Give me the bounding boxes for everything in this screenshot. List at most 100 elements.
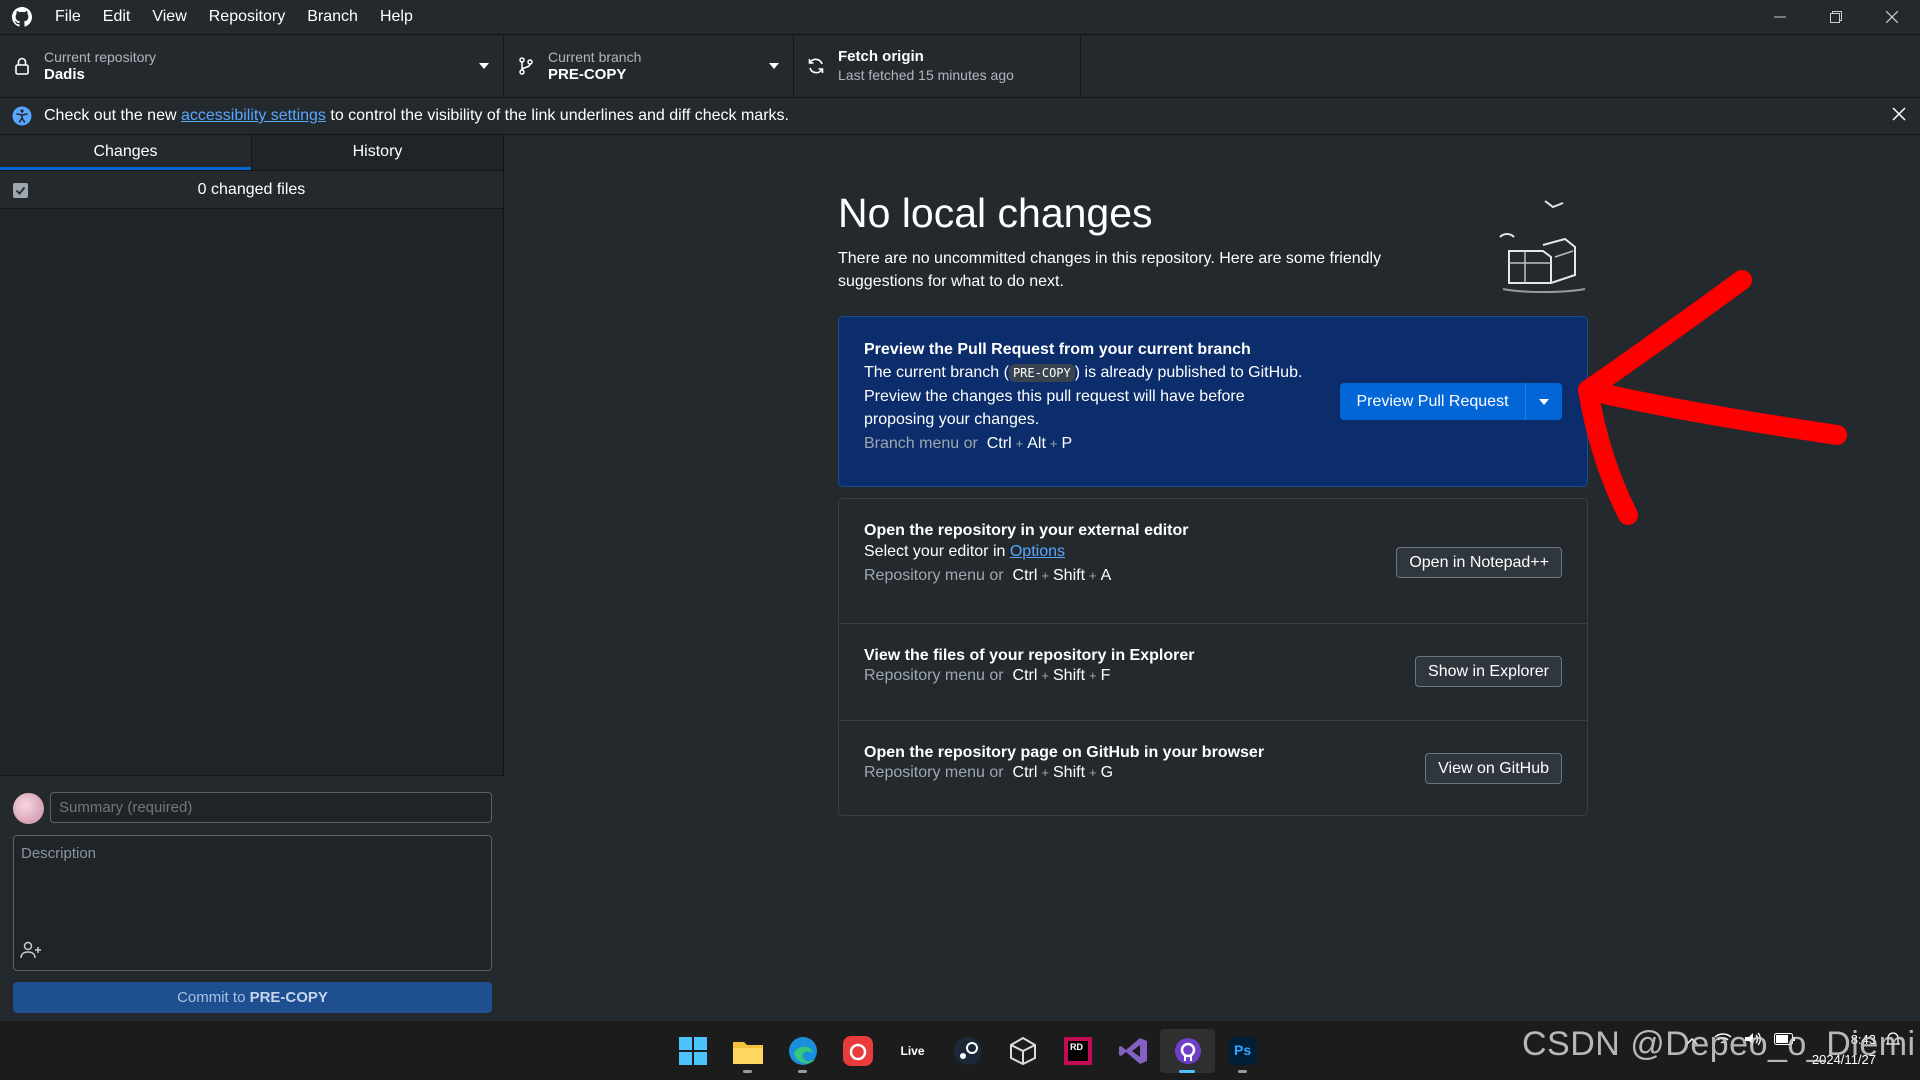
steam-icon[interactable] [940, 1029, 995, 1073]
photoshop-label: Ps [1234, 1042, 1252, 1058]
netease-music-icon[interactable] [830, 1029, 885, 1073]
menu-repository[interactable]: Repository [198, 0, 296, 34]
tab-changes[interactable]: Changes [0, 135, 251, 170]
github-logo-icon [0, 0, 44, 34]
key-alt: Alt [1027, 435, 1046, 452]
running-indicator [798, 1070, 807, 1073]
lock-icon [0, 57, 44, 75]
running-indicator [743, 1070, 752, 1073]
key-ctrl: Ctrl [1012, 567, 1038, 584]
close-window-icon[interactable] [1864, 0, 1920, 34]
editor-shortcut: Repository menu or Ctrl + Shift + A [864, 567, 1112, 584]
taskbar-apps: Live RD Ps [665, 1029, 1270, 1073]
github-row: Open the repository page on GitHub in yo… [839, 721, 1587, 817]
banner-text-post: to control the visibility of the link un… [325, 107, 789, 124]
changed-files-count: 0 changed files [197, 180, 306, 198]
github-desktop-icon[interactable] [1160, 1029, 1215, 1073]
rider-icon[interactable]: RD [1050, 1029, 1105, 1073]
changed-files-header: 0 changed files [0, 171, 503, 209]
fetch-origin-button[interactable]: Fetch origin Last fetched 15 minutes ago [794, 35, 1081, 97]
suggestions-card-group: Open the repository in your external edi… [838, 498, 1588, 816]
select-all-checkbox[interactable] [13, 183, 28, 198]
repo-label: Current repository [44, 48, 157, 65]
menu-branch[interactable]: Branch [296, 0, 369, 34]
preview-pull-request-label: Preview Pull Request [1340, 383, 1526, 420]
sync-icon [794, 57, 838, 75]
branch-label: Current branch [548, 48, 642, 65]
restore-icon[interactable] [1808, 0, 1864, 34]
explorer-card-title: View the files of your repository in Exp… [864, 647, 1195, 664]
commit-button-label: Commit to [177, 989, 250, 1006]
branch-name: PRE-COPY [548, 65, 627, 83]
visual-studio-icon[interactable] [1105, 1029, 1160, 1073]
accessibility-banner: Check out the new accessibility settings… [0, 98, 1920, 135]
key-shift: Shift [1053, 667, 1086, 684]
running-indicator [1179, 1070, 1195, 1073]
sidebar: Changes History 0 changed files Descript… [0, 135, 504, 1020]
rider-label: RD [1070, 1042, 1083, 1052]
menu-bar: File Edit View Repository Branch Help [44, 0, 424, 34]
avatar [13, 793, 44, 824]
live-icon[interactable]: Live [885, 1029, 940, 1073]
pr-desc-line3: proposing your changes. [864, 411, 1040, 428]
annotation-arrow-icon [1578, 270, 1847, 525]
watermark-text: CSDN @Depeo_o_Diemi [1522, 1025, 1916, 1063]
pr-branch-code: PRE-COPY [1008, 364, 1075, 382]
key-ctrl: Ctrl [1012, 764, 1038, 781]
window-controls [1752, 0, 1920, 34]
view-on-github-button[interactable]: View on GitHub [1425, 753, 1562, 784]
minimize-icon[interactable] [1752, 0, 1808, 34]
menu-view[interactable]: View [141, 0, 197, 34]
external-editor-row: Open the repository in your external edi… [839, 499, 1587, 624]
edge-icon[interactable] [775, 1029, 830, 1073]
key-g: G [1100, 764, 1114, 781]
explorer-shortcut-pre: Repository menu or [864, 667, 1004, 684]
photoshop-icon[interactable]: Ps [1215, 1029, 1270, 1073]
pr-card-title: Preview the Pull Request from your curre… [864, 341, 1251, 358]
current-repository-button[interactable]: Current repository Dadis [0, 35, 504, 97]
current-branch-button[interactable]: Current branch PRE-COPY [504, 35, 794, 97]
page-title: No local changes [838, 190, 1153, 236]
repo-name: Dadis [44, 65, 85, 83]
explorer-shortcut: Repository menu or Ctrl + Shift + F [864, 667, 1111, 684]
key-a: A [1100, 567, 1112, 584]
menu-help[interactable]: Help [369, 0, 424, 34]
unity-icon[interactable] [995, 1029, 1050, 1073]
accessibility-settings-link[interactable]: accessibility settings [181, 107, 326, 125]
close-icon[interactable] [1892, 107, 1906, 126]
windows-start-icon[interactable] [665, 1029, 720, 1073]
github-shortcut-pre: Repository menu or [864, 764, 1004, 781]
tab-history[interactable]: History [251, 135, 503, 170]
chevron-down-icon [769, 63, 779, 69]
live-label: Live [900, 1044, 925, 1058]
summary-input[interactable] [50, 792, 492, 823]
toolbar: Current repository Dadis Current branch … [0, 34, 1920, 98]
preview-pull-request-button[interactable]: Preview Pull Request [1340, 383, 1562, 420]
description-field[interactable]: Description [13, 835, 492, 971]
pr-shortcut-pre: Branch menu or [864, 435, 978, 452]
open-in-notepad-button[interactable]: Open in Notepad++ [1396, 547, 1562, 578]
git-branch-icon [504, 57, 548, 75]
show-in-explorer-button[interactable]: Show in Explorer [1415, 656, 1562, 687]
pr-shortcut: Branch menu or Ctrl + Alt + P [864, 435, 1073, 452]
file-explorer-icon[interactable] [720, 1029, 775, 1073]
intro-text: There are no uncommitted changes in this… [838, 250, 1382, 290]
menu-file[interactable]: File [44, 0, 92, 34]
menu-edit[interactable]: Edit [92, 0, 142, 34]
key-f: F [1100, 667, 1111, 684]
pr-desc-line2: Preview the changes this pull request wi… [864, 388, 1245, 405]
options-link[interactable]: Options [1010, 543, 1065, 560]
editor-desc-pre: Select your editor in [864, 543, 1010, 560]
sidebar-tabs: Changes History [0, 135, 503, 171]
github-card-title: Open the repository page on GitHub in yo… [864, 744, 1265, 761]
add-co-author-icon[interactable] [20, 941, 42, 964]
commit-button[interactable]: Commit to PRE-COPY [13, 982, 492, 1013]
key-ctrl: Ctrl [986, 435, 1012, 452]
title-bar: File Edit View Repository Branch Help [0, 0, 1920, 34]
key-ctrl: Ctrl [1012, 667, 1038, 684]
editor-card-title: Open the repository in your external edi… [864, 522, 1189, 539]
github-shortcut: Repository menu or Ctrl + Shift + G [864, 764, 1114, 781]
last-fetched-text: Last fetched 15 minutes ago [838, 67, 1014, 83]
key-shift: Shift [1053, 567, 1086, 584]
banner-text-pre: Check out the new [44, 107, 181, 124]
